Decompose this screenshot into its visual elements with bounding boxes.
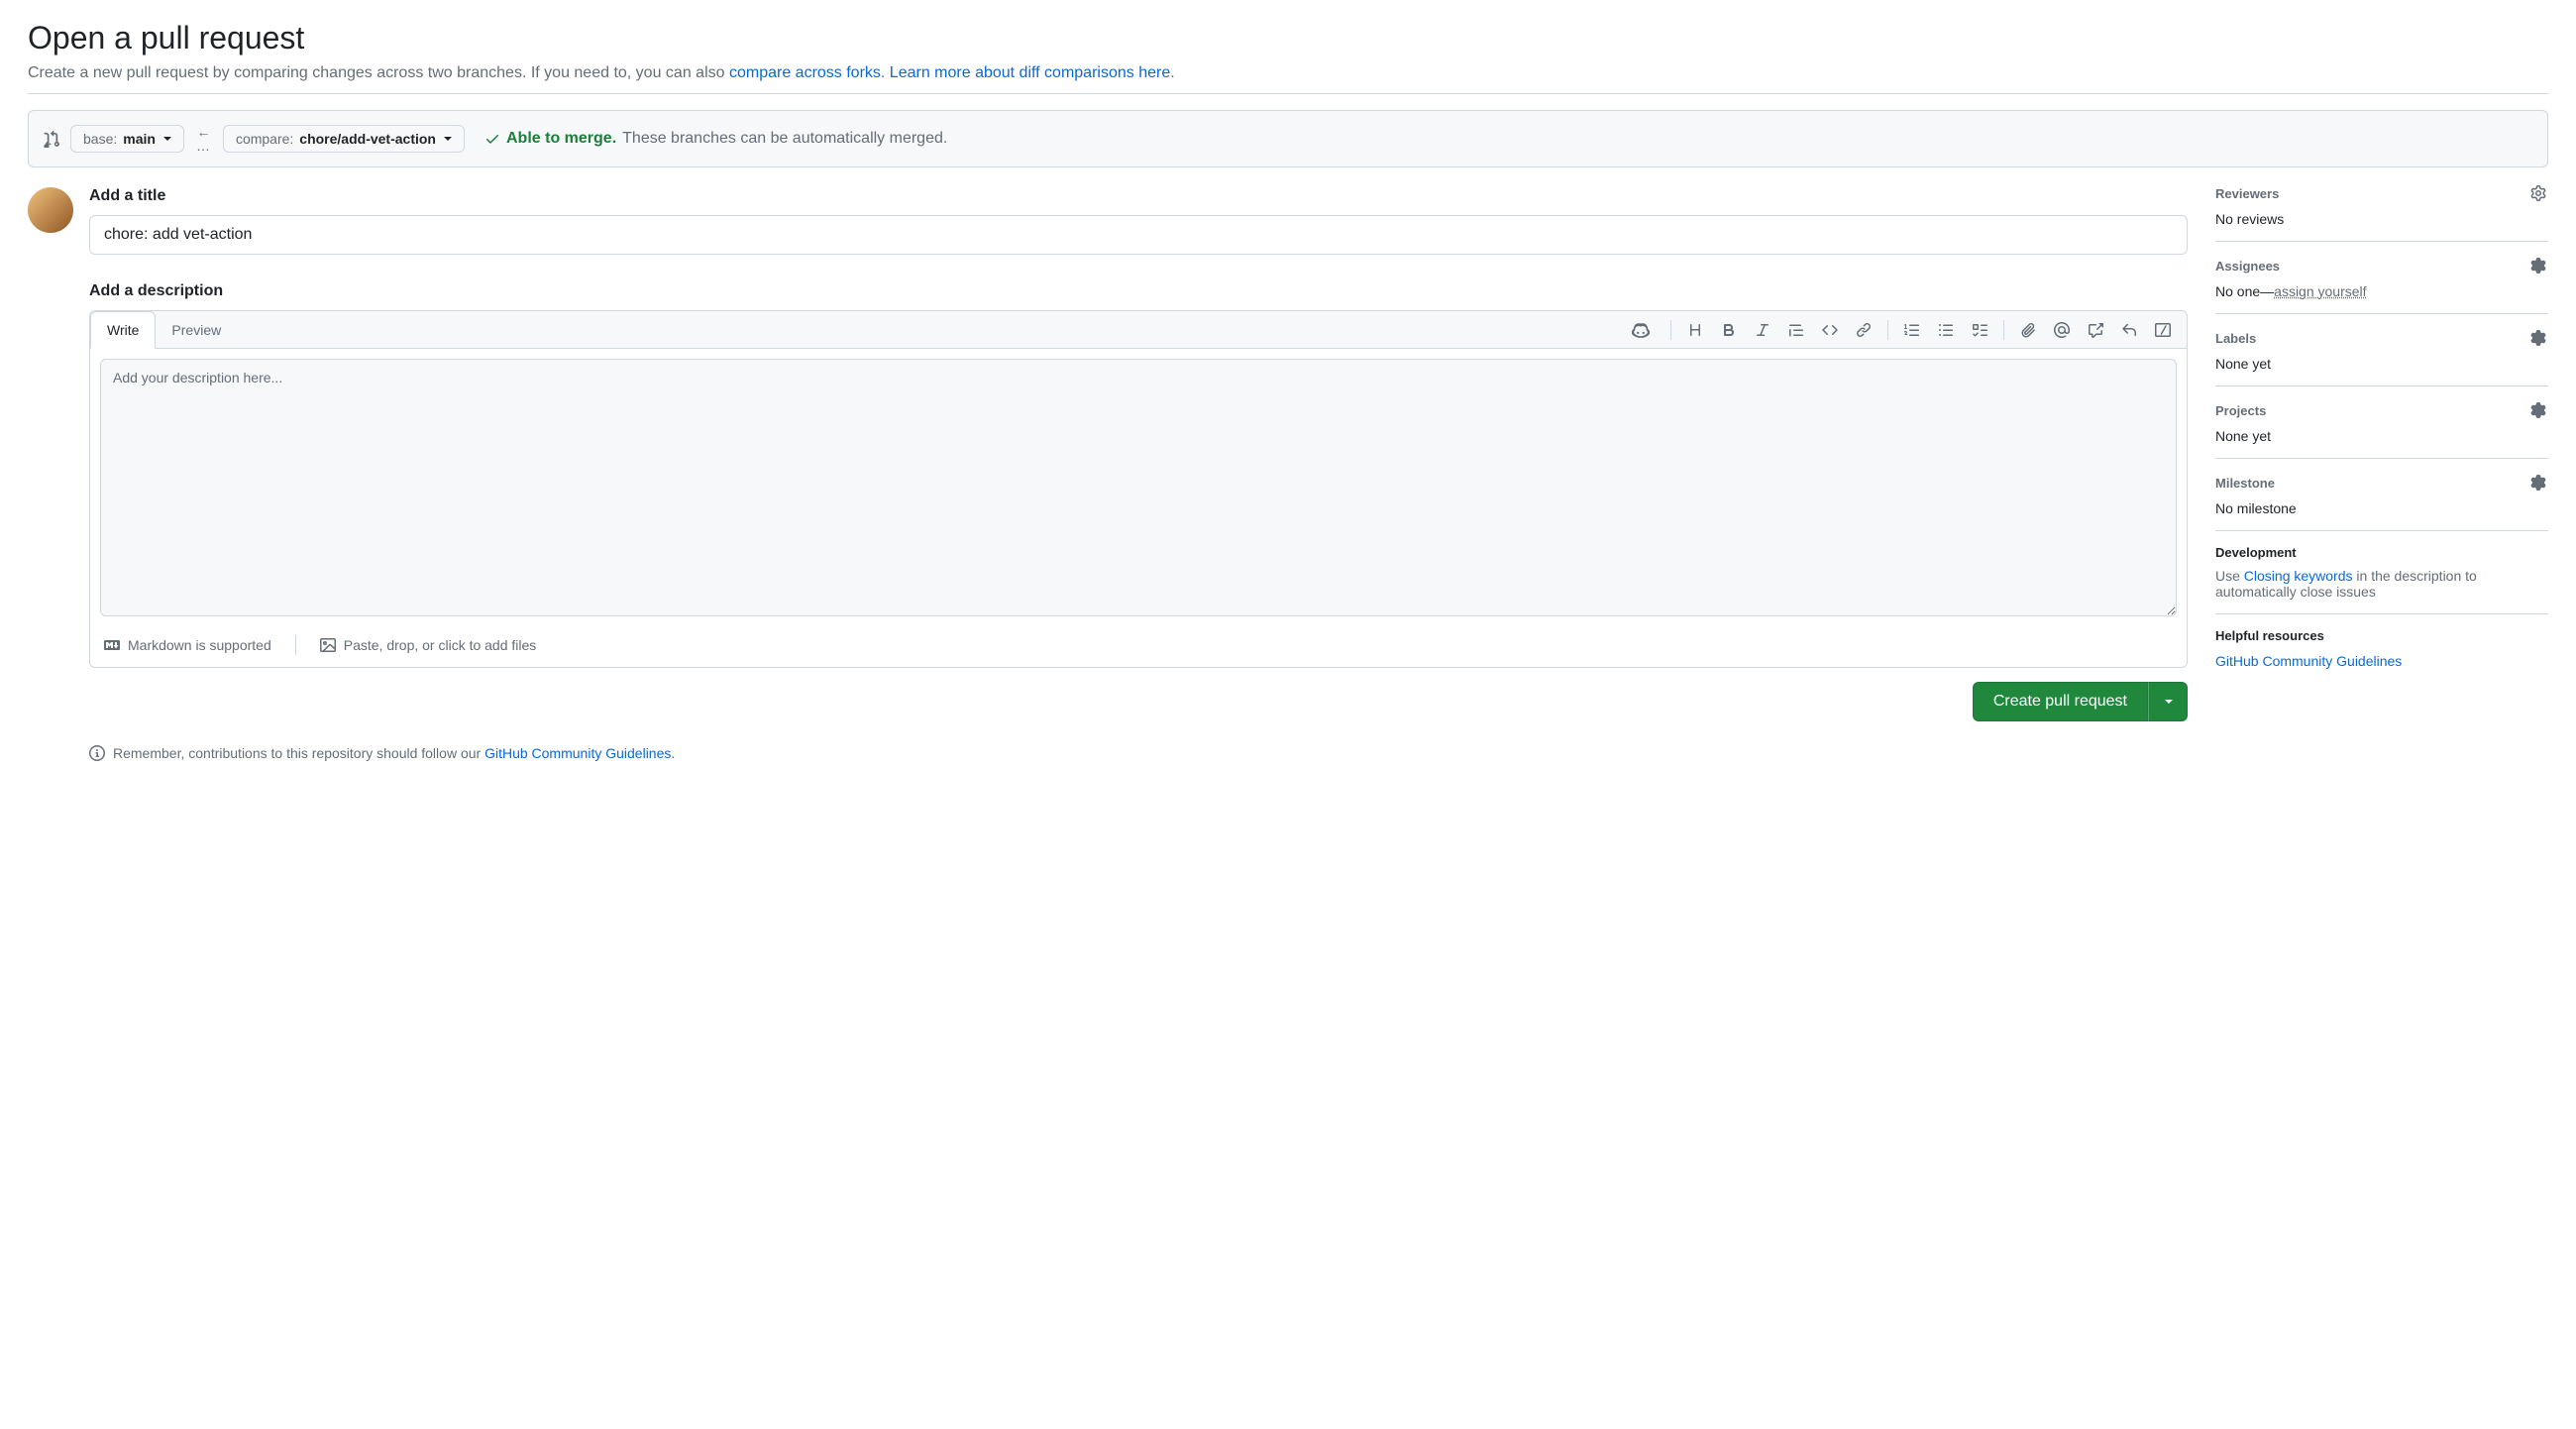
description-textarea[interactable] [100, 359, 2177, 616]
merge-status: Able to merge. These branches can be aut… [484, 130, 947, 148]
create-pull-request-button[interactable]: Create pull request [1973, 682, 2148, 721]
image-icon [320, 637, 336, 653]
markdown-icon [104, 637, 120, 653]
page-subtitle: Create a new pull request by comparing c… [28, 61, 2548, 85]
base-label: base: [83, 131, 117, 147]
page-title: Open a pull request [28, 18, 2548, 57]
caret-down-icon [444, 137, 452, 141]
markdown-hint[interactable]: Markdown is supported [104, 637, 271, 653]
title-label: Add a title [89, 187, 2188, 205]
tab-preview[interactable]: Preview [156, 312, 238, 348]
heading-icon[interactable] [1679, 314, 1711, 346]
compare-value: chore/add-vet-action [299, 131, 436, 147]
base-value: main [123, 131, 156, 147]
assign-yourself-link[interactable]: assign yourself [2274, 283, 2366, 299]
projects-body: None yet [2215, 428, 2548, 444]
compare-label: compare: [236, 131, 293, 147]
git-compare-icon [43, 130, 60, 148]
upload-hint[interactable]: Paste, drop, or click to add files [320, 637, 537, 653]
labels-title: Labels [2215, 331, 2256, 346]
labels-body: None yet [2215, 356, 2548, 372]
development-body: Use Closing keywords in the description … [2215, 568, 2548, 600]
gear-icon[interactable] [2528, 256, 2548, 275]
sidebar-assignees: Assignees No one—assign yourself [2215, 242, 2548, 314]
milestone-title: Milestone [2215, 476, 2275, 491]
separator [295, 635, 296, 655]
compare-arrow-icon: ←… [196, 125, 211, 153]
subtitle-prefix: Create a new pull request by comparing c… [28, 64, 729, 81]
contribution-note: Remember, contributions to this reposito… [89, 745, 2188, 761]
bold-icon[interactable] [1713, 314, 1745, 346]
reply-icon[interactable] [2113, 314, 2145, 346]
closing-keywords-link[interactable]: Closing keywords [2244, 568, 2353, 584]
learn-more-link[interactable]: Learn more about diff comparisons here [890, 64, 1170, 81]
separator [1670, 320, 1671, 340]
attach-icon[interactable] [2012, 314, 2044, 346]
projects-title: Projects [2215, 403, 2266, 418]
assignees-title: Assignees [2215, 259, 2280, 274]
sidebar-labels: Labels None yet [2215, 314, 2548, 386]
mention-icon[interactable] [2046, 314, 2078, 346]
slash-command-icon[interactable] [2147, 314, 2179, 346]
sidebar-milestone: Milestone No milestone [2215, 459, 2548, 531]
check-icon [484, 131, 500, 147]
separator [1887, 320, 1888, 340]
compare-branch-selector[interactable]: compare: chore/add-vet-action [223, 125, 465, 153]
compare-bar: base: main ←… compare: chore/add-vet-act… [28, 110, 2548, 167]
cross-reference-icon[interactable] [2080, 314, 2111, 346]
sidebar-helpful: Helpful resources GitHub Community Guide… [2215, 628, 2548, 669]
reviewers-body: No reviews [2215, 211, 2548, 227]
development-title: Development [2215, 545, 2297, 560]
code-icon[interactable] [1814, 314, 1846, 346]
milestone-body: No milestone [2215, 500, 2548, 516]
compare-forks-link[interactable]: compare across forks [729, 64, 881, 81]
caret-down-icon [2165, 700, 2173, 704]
base-branch-selector[interactable]: base: main [70, 125, 184, 153]
description-label: Add a description [89, 282, 2188, 300]
sidebar-reviewers: Reviewers No reviews [2215, 183, 2548, 242]
info-icon [89, 745, 105, 761]
sidebar: Reviewers No reviews Assignees No one—as… [2215, 183, 2548, 669]
title-input[interactable] [89, 215, 2188, 255]
helpful-title: Helpful resources [2215, 628, 2548, 643]
copilot-icon[interactable] [1625, 314, 1657, 346]
editor-toolbar [1625, 314, 2179, 346]
description-box: Write Preview [89, 310, 2188, 668]
gear-icon[interactable] [2528, 400, 2548, 420]
separator [2003, 320, 2004, 340]
tasklist-icon[interactable] [1964, 314, 1995, 346]
quote-icon[interactable] [1780, 314, 1812, 346]
link-icon[interactable] [1848, 314, 1879, 346]
guidelines-link[interactable]: GitHub Community Guidelines [484, 745, 671, 761]
page-header: Open a pull request Create a new pull re… [28, 0, 2548, 94]
merge-able-text: Able to merge. [506, 130, 616, 148]
caret-down-icon [163, 137, 171, 141]
editor-footer: Markdown is supported Paste, drop, or cl… [90, 625, 2187, 667]
italic-icon[interactable] [1747, 314, 1778, 346]
unordered-list-icon[interactable] [1930, 314, 1962, 346]
ordered-list-icon[interactable] [1896, 314, 1928, 346]
gear-icon[interactable] [2528, 183, 2548, 203]
create-pull-request-dropdown[interactable] [2148, 682, 2188, 721]
helpful-link[interactable]: GitHub Community Guidelines [2215, 653, 2402, 669]
reviewers-title: Reviewers [2215, 186, 2279, 201]
sidebar-development: Development Use Closing keywords in the … [2215, 531, 2548, 614]
assignees-body: No one—assign yourself [2215, 283, 2548, 299]
avatar [28, 187, 73, 233]
gear-icon[interactable] [2528, 473, 2548, 493]
editor-tabs: Write Preview [90, 311, 2187, 349]
tab-write[interactable]: Write [90, 311, 156, 349]
merge-rest-text: These branches can be automatically merg… [622, 130, 947, 148]
sidebar-projects: Projects None yet [2215, 386, 2548, 459]
gear-icon[interactable] [2528, 328, 2548, 348]
